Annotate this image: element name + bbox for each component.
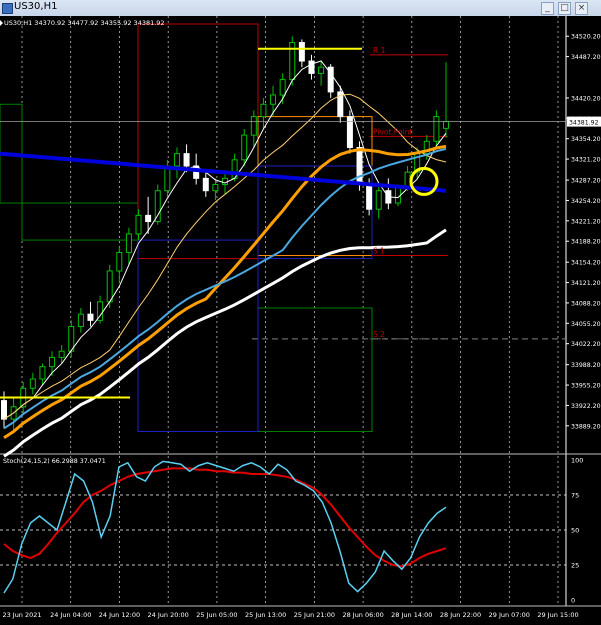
y-tick-label: 34321.20 xyxy=(571,157,601,164)
window-titlebar: US30,H1 _ □ × xyxy=(0,0,601,17)
candle-body xyxy=(202,177,209,192)
maximize-icon[interactable]: □ xyxy=(558,2,571,15)
candle-body xyxy=(135,214,142,235)
y-tick-label: 34254.20 xyxy=(571,198,601,205)
stoch-y-tick-label: 50 xyxy=(571,527,579,535)
y-tick-label: 34154.20 xyxy=(571,260,601,267)
x-tick-label: 28 Jun 06:00 xyxy=(342,611,383,619)
x-tick-label: 25 Jun 13:00 xyxy=(245,611,286,619)
candle-body xyxy=(49,356,56,368)
x-tick-label: 25 Jun 05:00 xyxy=(196,611,237,619)
candle-body xyxy=(183,153,190,167)
y-tick-label: 34055.20 xyxy=(571,321,601,328)
stoch-y-tick-label: 0 xyxy=(571,597,575,605)
candle-body xyxy=(308,60,315,74)
stoch-indicator-label: Stoch(24,15,2) 66.2988 37.0471 xyxy=(3,458,106,465)
candle-body xyxy=(443,121,449,129)
candle-body xyxy=(58,350,65,358)
window-title: US30,H1 xyxy=(14,1,58,12)
candle-body xyxy=(173,153,180,167)
candle-body xyxy=(260,103,267,118)
candle-body xyxy=(298,42,305,62)
y-tick-label: 34287.20 xyxy=(571,178,601,185)
symbol-header: US30,H1 34370.92 34477.92 34355.92 34381… xyxy=(4,19,165,27)
candle-body xyxy=(145,214,152,223)
y-tick-label: 34487.20 xyxy=(571,54,601,61)
stoch-y-tick-label: 25 xyxy=(571,562,579,570)
x-tick-label: 28 Jun 22:00 xyxy=(440,611,481,619)
x-tick-label: 29 Jun 15:00 xyxy=(537,611,578,619)
candle-body xyxy=(279,79,286,96)
pivot-annotation: R 1 xyxy=(373,46,386,55)
y-tick-label: 34022.20 xyxy=(571,341,601,348)
close-icon[interactable]: × xyxy=(575,2,588,15)
chart-app-icon xyxy=(2,3,13,14)
stoch-y-tick-label: 75 xyxy=(571,492,579,500)
candle-body xyxy=(404,171,411,189)
y-tick-label: 34221.20 xyxy=(571,218,601,225)
candle-body xyxy=(250,116,257,136)
y-tick-label: 34121.20 xyxy=(571,280,601,287)
x-tick-label: 24 Jun 12:00 xyxy=(99,611,140,619)
x-tick-label: 24 Jun 04:00 xyxy=(50,611,91,619)
y-tick-label: 33889.20 xyxy=(571,423,601,430)
candle-body xyxy=(87,313,94,321)
x-tick-label: 25 Jun 21:00 xyxy=(294,611,335,619)
x-tick-label: 28 Jun 14:00 xyxy=(391,611,432,619)
candle-body xyxy=(106,270,113,303)
y-tick-label: 33955.20 xyxy=(571,383,601,390)
candle-body xyxy=(318,66,325,74)
pivot-annotation: S 1 xyxy=(373,247,385,256)
candle-body xyxy=(39,366,46,380)
y-tick-label: 34420.20 xyxy=(571,95,601,102)
y-tick-label: 33922.20 xyxy=(571,403,601,410)
pivot-annotation: Pivot Point xyxy=(373,127,412,136)
candle-body xyxy=(29,378,36,389)
candle-body xyxy=(125,233,132,253)
candle-body xyxy=(433,116,440,142)
candle-body xyxy=(270,94,277,105)
x-tick-label: 23 Jun 2021 xyxy=(2,611,41,619)
candle-body xyxy=(212,184,219,192)
candle-body xyxy=(241,134,248,161)
current-price-label: 34381.92 xyxy=(569,120,599,127)
candle-body xyxy=(356,146,363,186)
pivot-annotation: S 2 xyxy=(373,330,385,339)
candle-body xyxy=(164,165,171,192)
x-tick-label: 29 Jun 07:00 xyxy=(489,611,530,619)
candle-body xyxy=(116,251,123,272)
y-tick-label: 33988.20 xyxy=(571,362,601,369)
minimize-icon[interactable]: _ xyxy=(541,2,554,15)
candle-body xyxy=(222,177,228,186)
candle-body xyxy=(1,400,7,420)
price-chart[interactable]: 23 Jun 2021 24 Jun 04:00 24 Jun 12:00 24 Ju… xyxy=(0,16,601,625)
y-tick-label: 34088.20 xyxy=(571,300,601,307)
candle-body xyxy=(154,190,161,223)
candle-body xyxy=(366,184,373,210)
x-tick-label: 24 Jun 20:00 xyxy=(148,611,189,619)
y-tick-label: 34188.20 xyxy=(571,239,601,246)
candle-body xyxy=(77,313,84,328)
stoch-y-tick-label: 100 xyxy=(571,457,583,465)
y-tick-label: 34520.20 xyxy=(571,34,601,41)
candle-body xyxy=(375,190,382,210)
y-tick-label: 34354.20 xyxy=(571,136,601,143)
